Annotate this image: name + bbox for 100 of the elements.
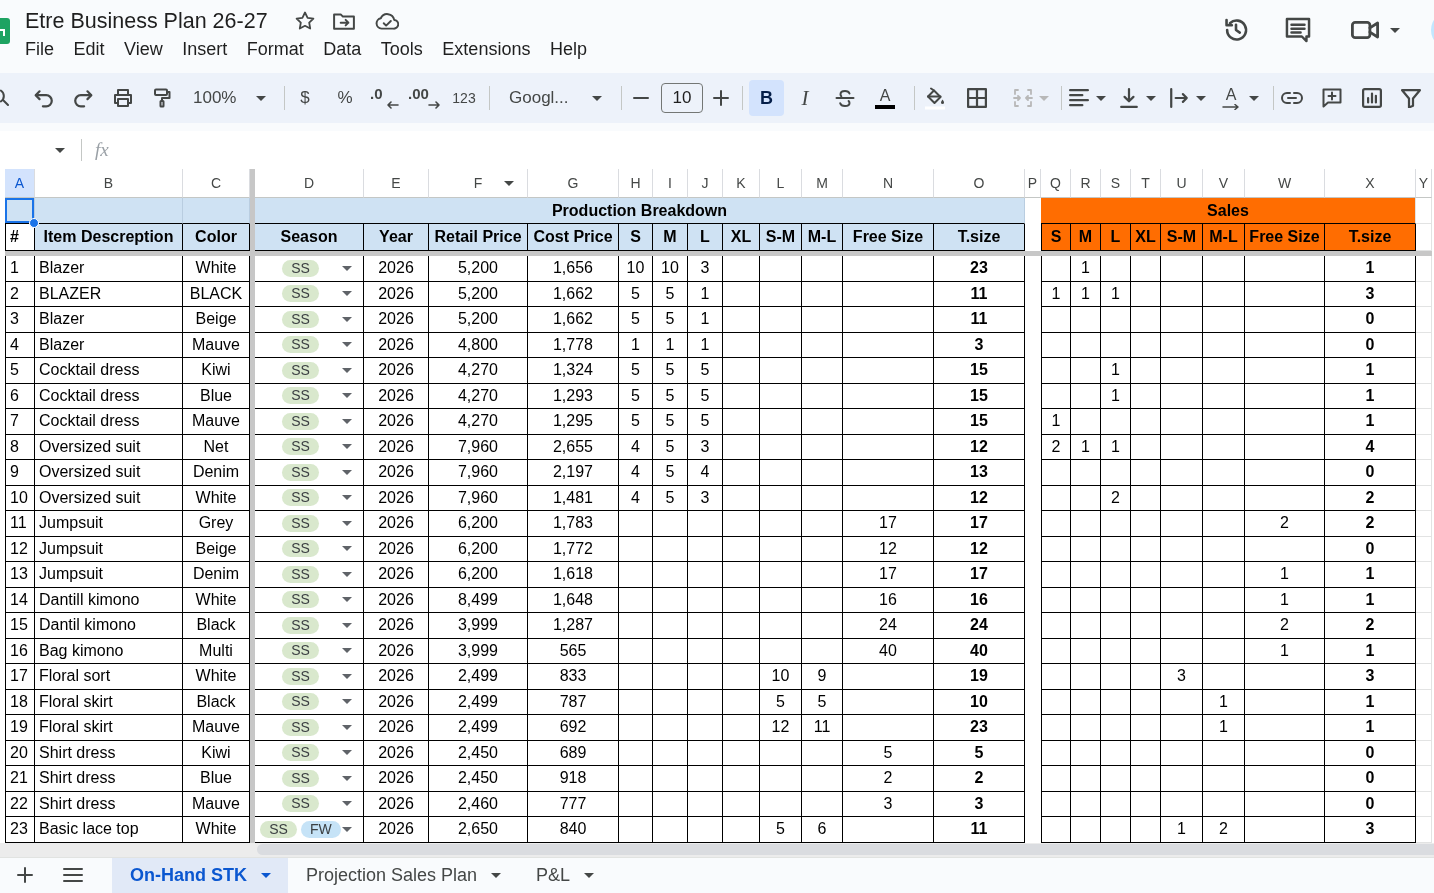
text-wrap-icon[interactable] [1169,88,1189,108]
document-title[interactable]: Etre Business Plan 26-27 [25,8,268,34]
column-header[interactable]: P [1025,169,1041,198]
column-header[interactable]: S [1101,169,1131,198]
paint-bucket-icon[interactable] [924,86,946,110]
caret-icon[interactable] [342,750,352,756]
column-header[interactable]: Y [1416,169,1432,198]
column-header[interactable]: K [723,169,760,198]
number-format-button[interactable]: 123 [449,80,479,116]
menu-item[interactable]: Help [549,38,587,60]
caret-icon[interactable] [342,418,352,424]
text-rotation-button[interactable]: A [1220,80,1262,116]
caret-icon[interactable] [55,147,65,153]
caret-icon[interactable] [342,444,352,450]
currency-format-button[interactable]: $ [290,80,320,116]
caret-icon[interactable] [342,316,352,322]
filter-icon[interactable] [1401,88,1421,108]
cloud-check-icon[interactable] [374,12,399,30]
menu-item[interactable]: Extensions [442,38,531,60]
column-header[interactable]: B [35,169,183,198]
plus-icon[interactable] [713,90,729,106]
caret-icon[interactable] [491,872,502,878]
font-size-field[interactable]: 10 [661,83,703,113]
borders-icon[interactable] [967,88,987,108]
column-header[interactable]: D [255,169,364,198]
plus-icon[interactable] [17,867,33,884]
search-icon[interactable] [0,88,9,108]
star-icon[interactable] [294,11,315,31]
menu-icon[interactable] [63,868,83,883]
sheet-tab[interactable]: On-Hand STK [112,857,288,893]
caret-icon[interactable] [1146,95,1156,101]
caret-icon[interactable] [342,571,352,577]
menu-item[interactable]: Edit [73,38,105,60]
menu-item[interactable]: Insert [182,38,228,60]
zoom-dropdown[interactable]: 100% [186,80,272,116]
caret-icon[interactable] [1096,95,1106,101]
column-header[interactable]: W [1245,169,1325,198]
caret-icon[interactable] [342,367,352,373]
caret-icon[interactable] [342,265,352,271]
caret-icon[interactable] [342,597,352,603]
folder-icon[interactable] [332,12,355,30]
menu-item[interactable]: Tools [380,38,423,60]
caret-icon[interactable] [504,181,514,186]
caret-icon[interactable] [342,342,352,348]
increase-decimal-button[interactable]: .00 [405,80,443,116]
menu-item[interactable]: View [124,38,163,60]
column-header[interactable]: M [802,169,843,198]
caret-icon[interactable] [342,775,352,781]
italic-button[interactable]: I [790,80,820,116]
chart-icon[interactable] [1362,88,1382,108]
column-header[interactable]: A [5,169,35,198]
caret-icon[interactable] [342,673,352,679]
sheet-tab[interactable]: Projection Sales Plan [288,857,519,893]
caret-icon[interactable] [1390,27,1400,33]
paint-roller-icon[interactable] [152,88,172,108]
column-header[interactable]: H [619,169,653,198]
caret-icon[interactable] [342,648,352,654]
caret-icon[interactable] [342,699,352,705]
comment-icon[interactable] [1285,17,1311,43]
video-camera-icon[interactable] [1351,19,1379,41]
align-bottom-icon[interactable] [1119,88,1139,108]
column-header[interactable]: X [1325,169,1416,198]
percent-format-button[interactable]: % [330,80,360,116]
column-header[interactable]: R [1071,169,1101,198]
column-header[interactable]: J [688,169,723,198]
redo-icon[interactable] [73,88,93,108]
column-header[interactable]: T [1131,169,1161,198]
text-color-button[interactable]: A [870,80,900,116]
caret-icon[interactable] [342,826,352,832]
caret-icon[interactable] [342,495,352,501]
menu-item[interactable]: Data [323,38,362,60]
column-header[interactable]: Q [1041,169,1071,198]
caret-icon[interactable] [342,393,352,399]
strikethrough-icon[interactable] [835,88,855,108]
add-comment-icon[interactable] [1322,88,1342,108]
bold-button[interactable]: B [749,80,784,116]
undo-icon[interactable] [34,88,54,108]
caret-icon[interactable] [342,801,352,807]
caret-icon[interactable] [1196,95,1206,101]
caret-icon[interactable] [342,291,352,297]
caret-icon[interactable] [584,872,595,878]
align-left-icon[interactable] [1069,88,1089,108]
menu-item[interactable]: File [25,38,54,60]
caret-icon[interactable] [342,546,352,552]
caret-icon[interactable] [342,469,352,475]
column-header[interactable]: G [528,169,619,198]
caret-icon[interactable] [342,724,352,730]
history-icon[interactable] [1223,17,1249,43]
column-header[interactable]: V [1203,169,1245,198]
caret-icon[interactable] [342,622,352,628]
print-icon[interactable] [113,88,133,108]
column-header[interactable]: I [653,169,688,198]
spreadsheet-logo-icon[interactable] [0,18,10,44]
menu-item[interactable]: Format [246,38,304,60]
link-icon[interactable] [1281,91,1303,105]
column-header[interactable]: C [183,169,250,198]
caret-icon[interactable] [342,520,352,526]
column-header[interactable]: O [934,169,1025,198]
column-header[interactable]: U [1161,169,1203,198]
column-header[interactable]: L [760,169,802,198]
